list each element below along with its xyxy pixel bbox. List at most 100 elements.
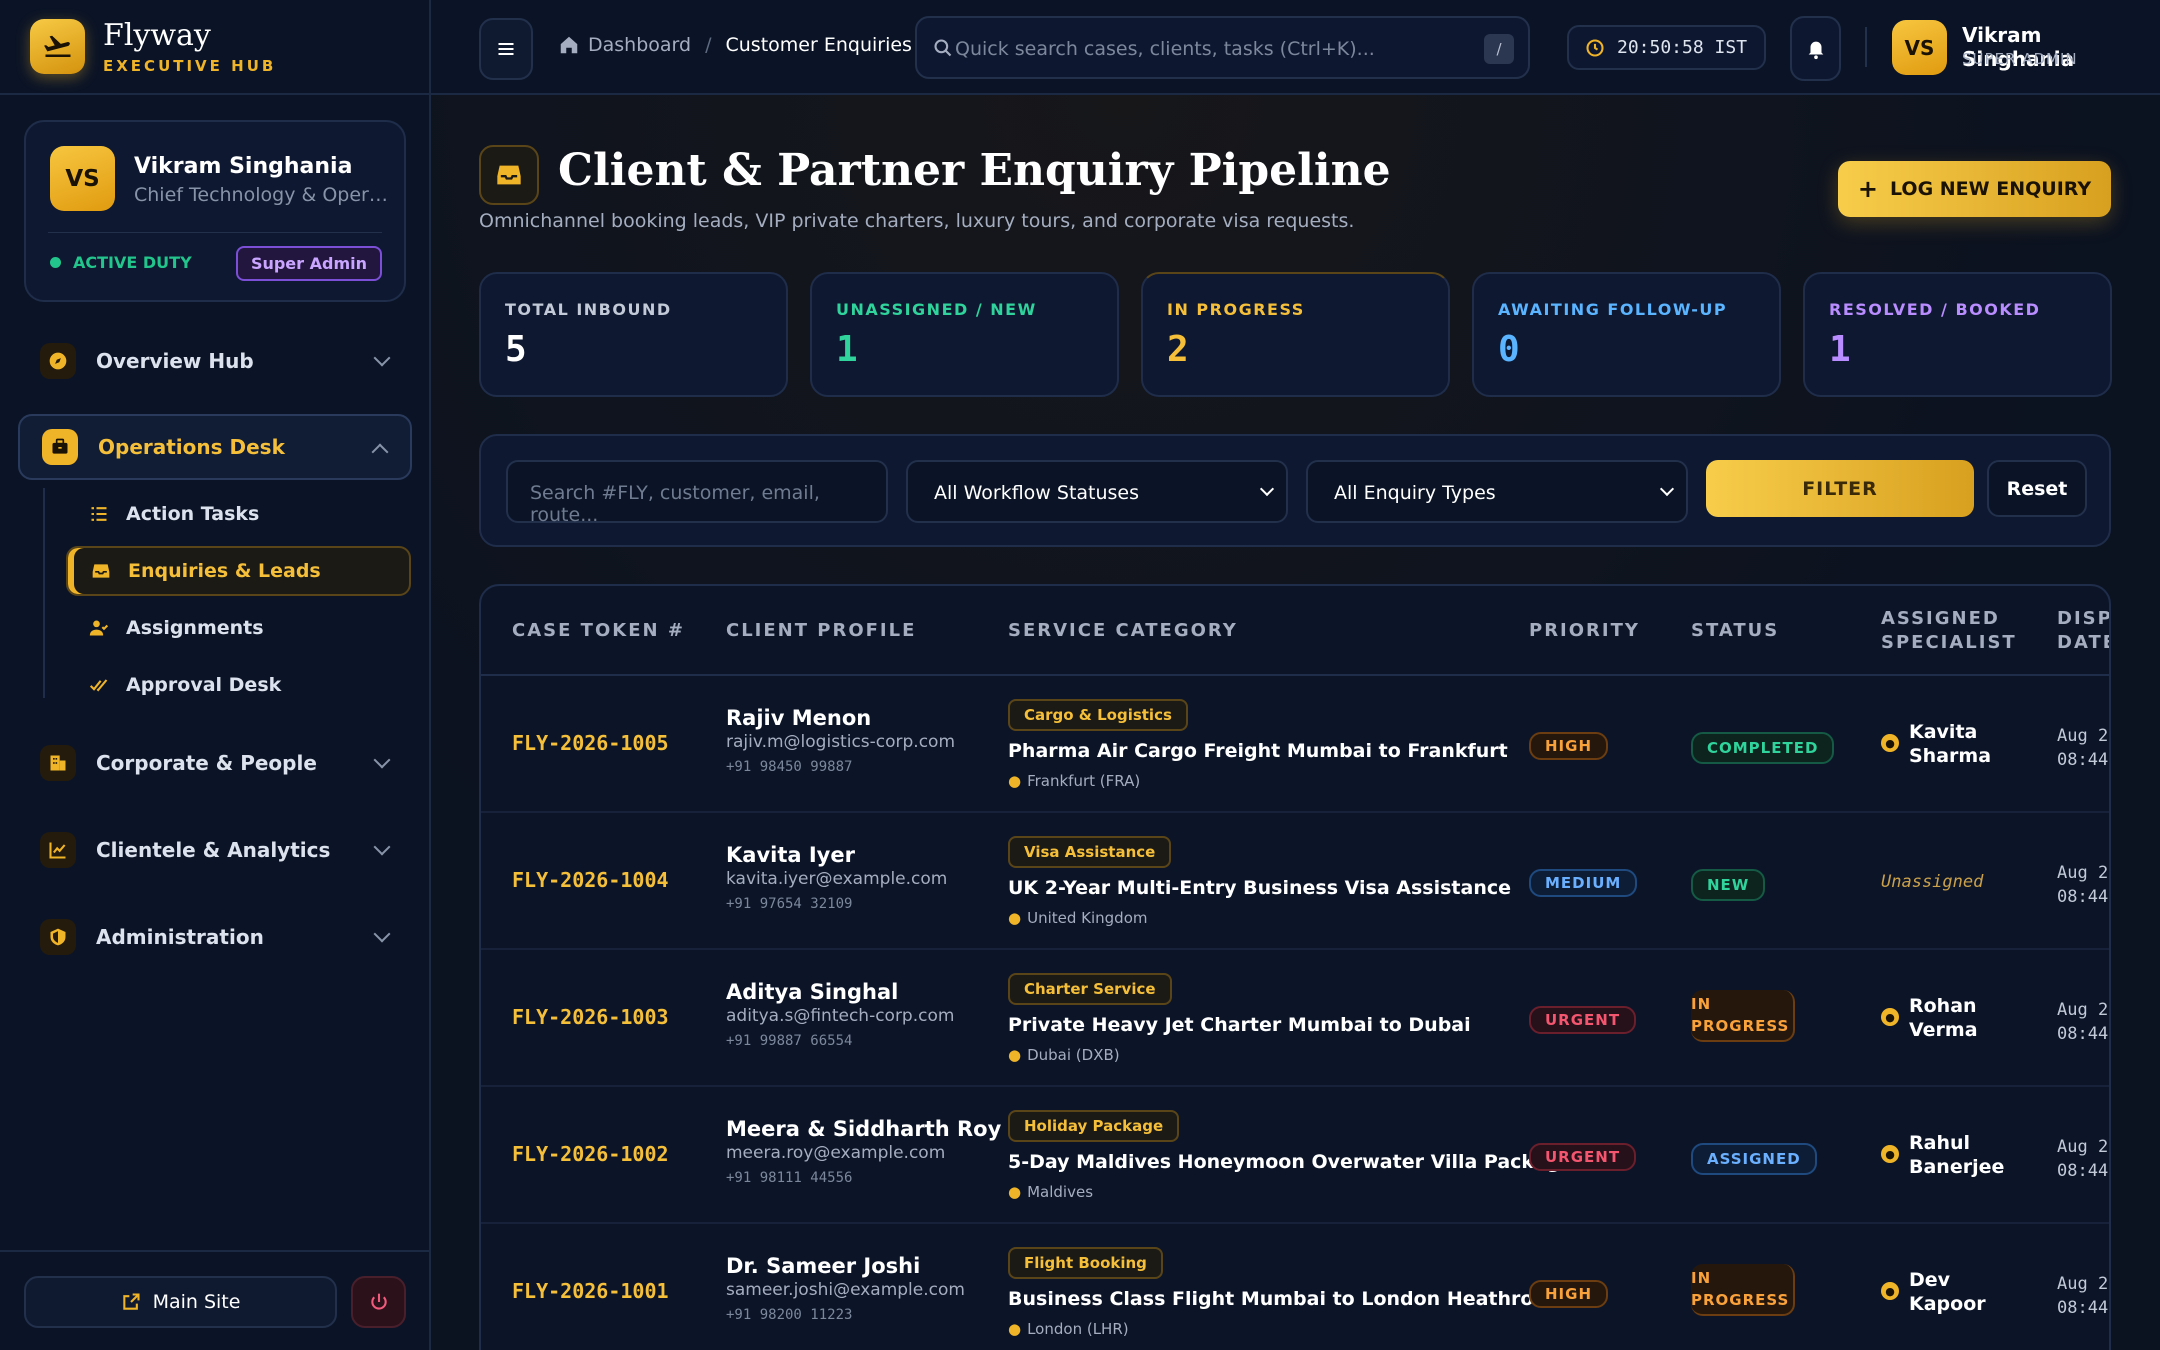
log-new-enquiry-button[interactable]: + LOG NEW ENQUIRY xyxy=(1838,161,2111,217)
stat-card-awaiting: AWAITING FOLLOW-UP 0 xyxy=(1472,272,1781,397)
profile-card: VS Vikram Singhania Chief Technology & O… xyxy=(24,120,406,302)
logout-button[interactable] xyxy=(351,1276,406,1328)
location: ● Maldives xyxy=(1008,1183,1093,1201)
chevron-down-icon xyxy=(373,925,391,943)
type-select[interactable]: All Enquiry Types xyxy=(1306,460,1688,523)
stat-card-resolved: RESOLVED / BOOKED 1 xyxy=(1803,272,2112,397)
nav-overview-hub[interactable]: Overview Hub xyxy=(18,328,412,394)
sidebar-item-action-tasks[interactable]: Action Tasks xyxy=(66,489,411,539)
stat-label: TOTAL INBOUND xyxy=(505,300,672,319)
user-avatar[interactable]: VS xyxy=(1892,20,1947,75)
building-icon xyxy=(40,745,76,781)
user-role: SUPER ADMIN xyxy=(1962,50,2078,68)
col-client-profile[interactable]: CLIENT PROFILE xyxy=(726,619,916,643)
reset-button[interactable]: Reset xyxy=(1987,460,2087,517)
client-email: aditya.s@fintech-corp.com xyxy=(726,1006,955,1026)
specialist: ● Dev Kapoor xyxy=(1881,1268,1999,1316)
location-text: United Kingdom xyxy=(1027,909,1148,927)
sub-label: Enquiries & Leads xyxy=(128,560,321,582)
user-circle-icon: ● xyxy=(1881,1008,1899,1026)
stat-value: 2 xyxy=(1167,329,1189,370)
enquiry-search-input[interactable]: Search #FLY, customer, email, route... xyxy=(506,460,888,526)
status-select[interactable]: All Workflow Statuses xyxy=(906,460,1288,523)
category-tag: Flight Booking xyxy=(1008,1247,1163,1279)
client-phone: +91 98200 11223 xyxy=(726,1307,853,1323)
sidebar-item-assignments[interactable]: Assignments xyxy=(66,603,411,653)
status-line: IN xyxy=(1691,995,1712,1013)
map-pin-icon: ● xyxy=(1008,772,1022,790)
nav-operations-desk[interactable]: Operations Desk xyxy=(18,414,412,480)
col-date[interactable]: DATE xyxy=(2057,631,2109,655)
search-placeholder: Quick search cases, clients, tasks (Ctrl… xyxy=(955,38,1375,60)
col-service-category[interactable]: SERVICE CATEGORY xyxy=(1008,619,1238,643)
category-tag: Visa Assistance xyxy=(1008,836,1172,868)
nav-clientele-analytics[interactable]: Clientele & Analytics xyxy=(18,817,412,883)
menu-toggle-button[interactable] xyxy=(479,18,533,80)
role-badge: Super Admin xyxy=(235,246,382,281)
filter-button[interactable]: FILTER xyxy=(1706,460,1974,517)
enquiries-table: CASE TOKEN # CLIENT PROFILE SERVICE CATE… xyxy=(479,584,2111,1350)
sidebar-item-approval-desk[interactable]: Approval Desk xyxy=(66,660,411,710)
stat-value: 0 xyxy=(1498,329,1520,370)
user-circle-icon: ● xyxy=(1881,1145,1899,1163)
global-search-input[interactable]: Quick search cases, clients, tasks (Ctrl… xyxy=(915,16,1530,79)
table-row[interactable]: FLY-2026-1004 Kavita Iyer kavita.iyer@ex… xyxy=(481,813,2109,950)
status-badge: NEW xyxy=(1691,869,1766,901)
notifications-button[interactable] xyxy=(1790,16,1841,81)
case-token[interactable]: FLY-2026-1003 xyxy=(512,1005,669,1029)
priority-badge: MEDIUM xyxy=(1529,869,1638,897)
shortcut-key-badge: / xyxy=(1484,34,1514,64)
col-status[interactable]: STATUS xyxy=(1691,619,1779,643)
brand[interactable]: Flyway EXECUTIVE HUB xyxy=(0,0,429,95)
stat-card-in-progress: IN PROGRESS 2 xyxy=(1141,272,1450,397)
breadcrumb-current: Customer Enquiries xyxy=(725,34,912,56)
briefcase-icon xyxy=(42,429,78,465)
sidebar-item-enquiries-leads[interactable]: Enquiries & Leads xyxy=(66,546,411,596)
priority-badge: URGENT xyxy=(1529,1143,1637,1171)
avatar: VS xyxy=(50,146,115,211)
client-phone: +91 98111 44556 xyxy=(726,1170,853,1186)
stat-label: IN PROGRESS xyxy=(1167,300,1305,319)
table-row[interactable]: FLY-2026-1003 Aditya Singhal aditya.s@fi… xyxy=(481,950,2109,1087)
case-token[interactable]: FLY-2026-1002 xyxy=(512,1142,669,1166)
dispatch-date: Aug 23 08:44 xyxy=(2057,724,2109,772)
col-case-token[interactable]: CASE TOKEN # xyxy=(512,619,685,643)
table-row[interactable]: FLY-2026-1005 Rajiv Menon rajiv.m@logist… xyxy=(481,676,2109,813)
nav-corporate-people[interactable]: Corporate & People xyxy=(18,730,412,796)
stat-label: UNASSIGNED / NEW xyxy=(836,300,1037,319)
category-tag: Cargo & Logistics xyxy=(1008,699,1188,731)
clock-time: 20:50:58 IST xyxy=(1617,37,1748,58)
status-line: PROGRESS xyxy=(1691,1291,1790,1309)
priority-badge: URGENT xyxy=(1529,1006,1637,1034)
user-assign-icon xyxy=(88,617,110,639)
chevron-down-icon xyxy=(373,838,391,856)
search-icon xyxy=(933,38,953,58)
case-token[interactable]: FLY-2026-1001 xyxy=(512,1279,669,1303)
nav-label: Clientele & Analytics xyxy=(96,838,331,862)
page-subtitle: Omnichannel booking leads, VIP private c… xyxy=(479,210,1355,232)
table-row[interactable]: FLY-2026-1002 Meera & Siddharth Roy meer… xyxy=(481,1087,2109,1224)
col-assigned[interactable]: ASSIGNED xyxy=(1881,607,2000,631)
col-specialist[interactable]: SPECIALIST xyxy=(1881,631,2017,655)
breadcrumb-dashboard-link[interactable]: Dashboard xyxy=(588,34,691,56)
col-dispatch[interactable]: DISPA xyxy=(2057,607,2109,631)
specialist: ● Rohan Verma xyxy=(1881,994,1999,1042)
case-token[interactable]: FLY-2026-1004 xyxy=(512,868,669,892)
topbar: Dashboard / Customer Enquiries Quick sea… xyxy=(431,0,2160,95)
service-title: 5-Day Maldives Honeymoon Overwater Villa… xyxy=(1008,1151,1574,1173)
col-priority[interactable]: PRIORITY xyxy=(1529,619,1640,643)
map-pin-icon: ● xyxy=(1008,1320,1022,1338)
list-check-icon xyxy=(88,503,110,525)
location-text: London (LHR) xyxy=(1027,1320,1129,1338)
main-site-button[interactable]: Main Site xyxy=(24,1276,337,1328)
case-token[interactable]: FLY-2026-1005 xyxy=(512,731,669,755)
nav-administration[interactable]: Administration xyxy=(18,904,412,970)
external-link-icon xyxy=(121,1292,141,1312)
date-time: 08:44 xyxy=(2057,1161,2109,1181)
home-icon xyxy=(558,34,580,56)
date-time: 08:44 xyxy=(2057,750,2109,770)
hamburger-icon xyxy=(495,39,517,59)
location: ● London (LHR) xyxy=(1008,1320,1129,1338)
table-row[interactable]: FLY-2026-1001 Dr. Sameer Joshi sameer.jo… xyxy=(481,1224,2109,1350)
dispatch-date: Aug 23 08:44 xyxy=(2057,861,2109,909)
